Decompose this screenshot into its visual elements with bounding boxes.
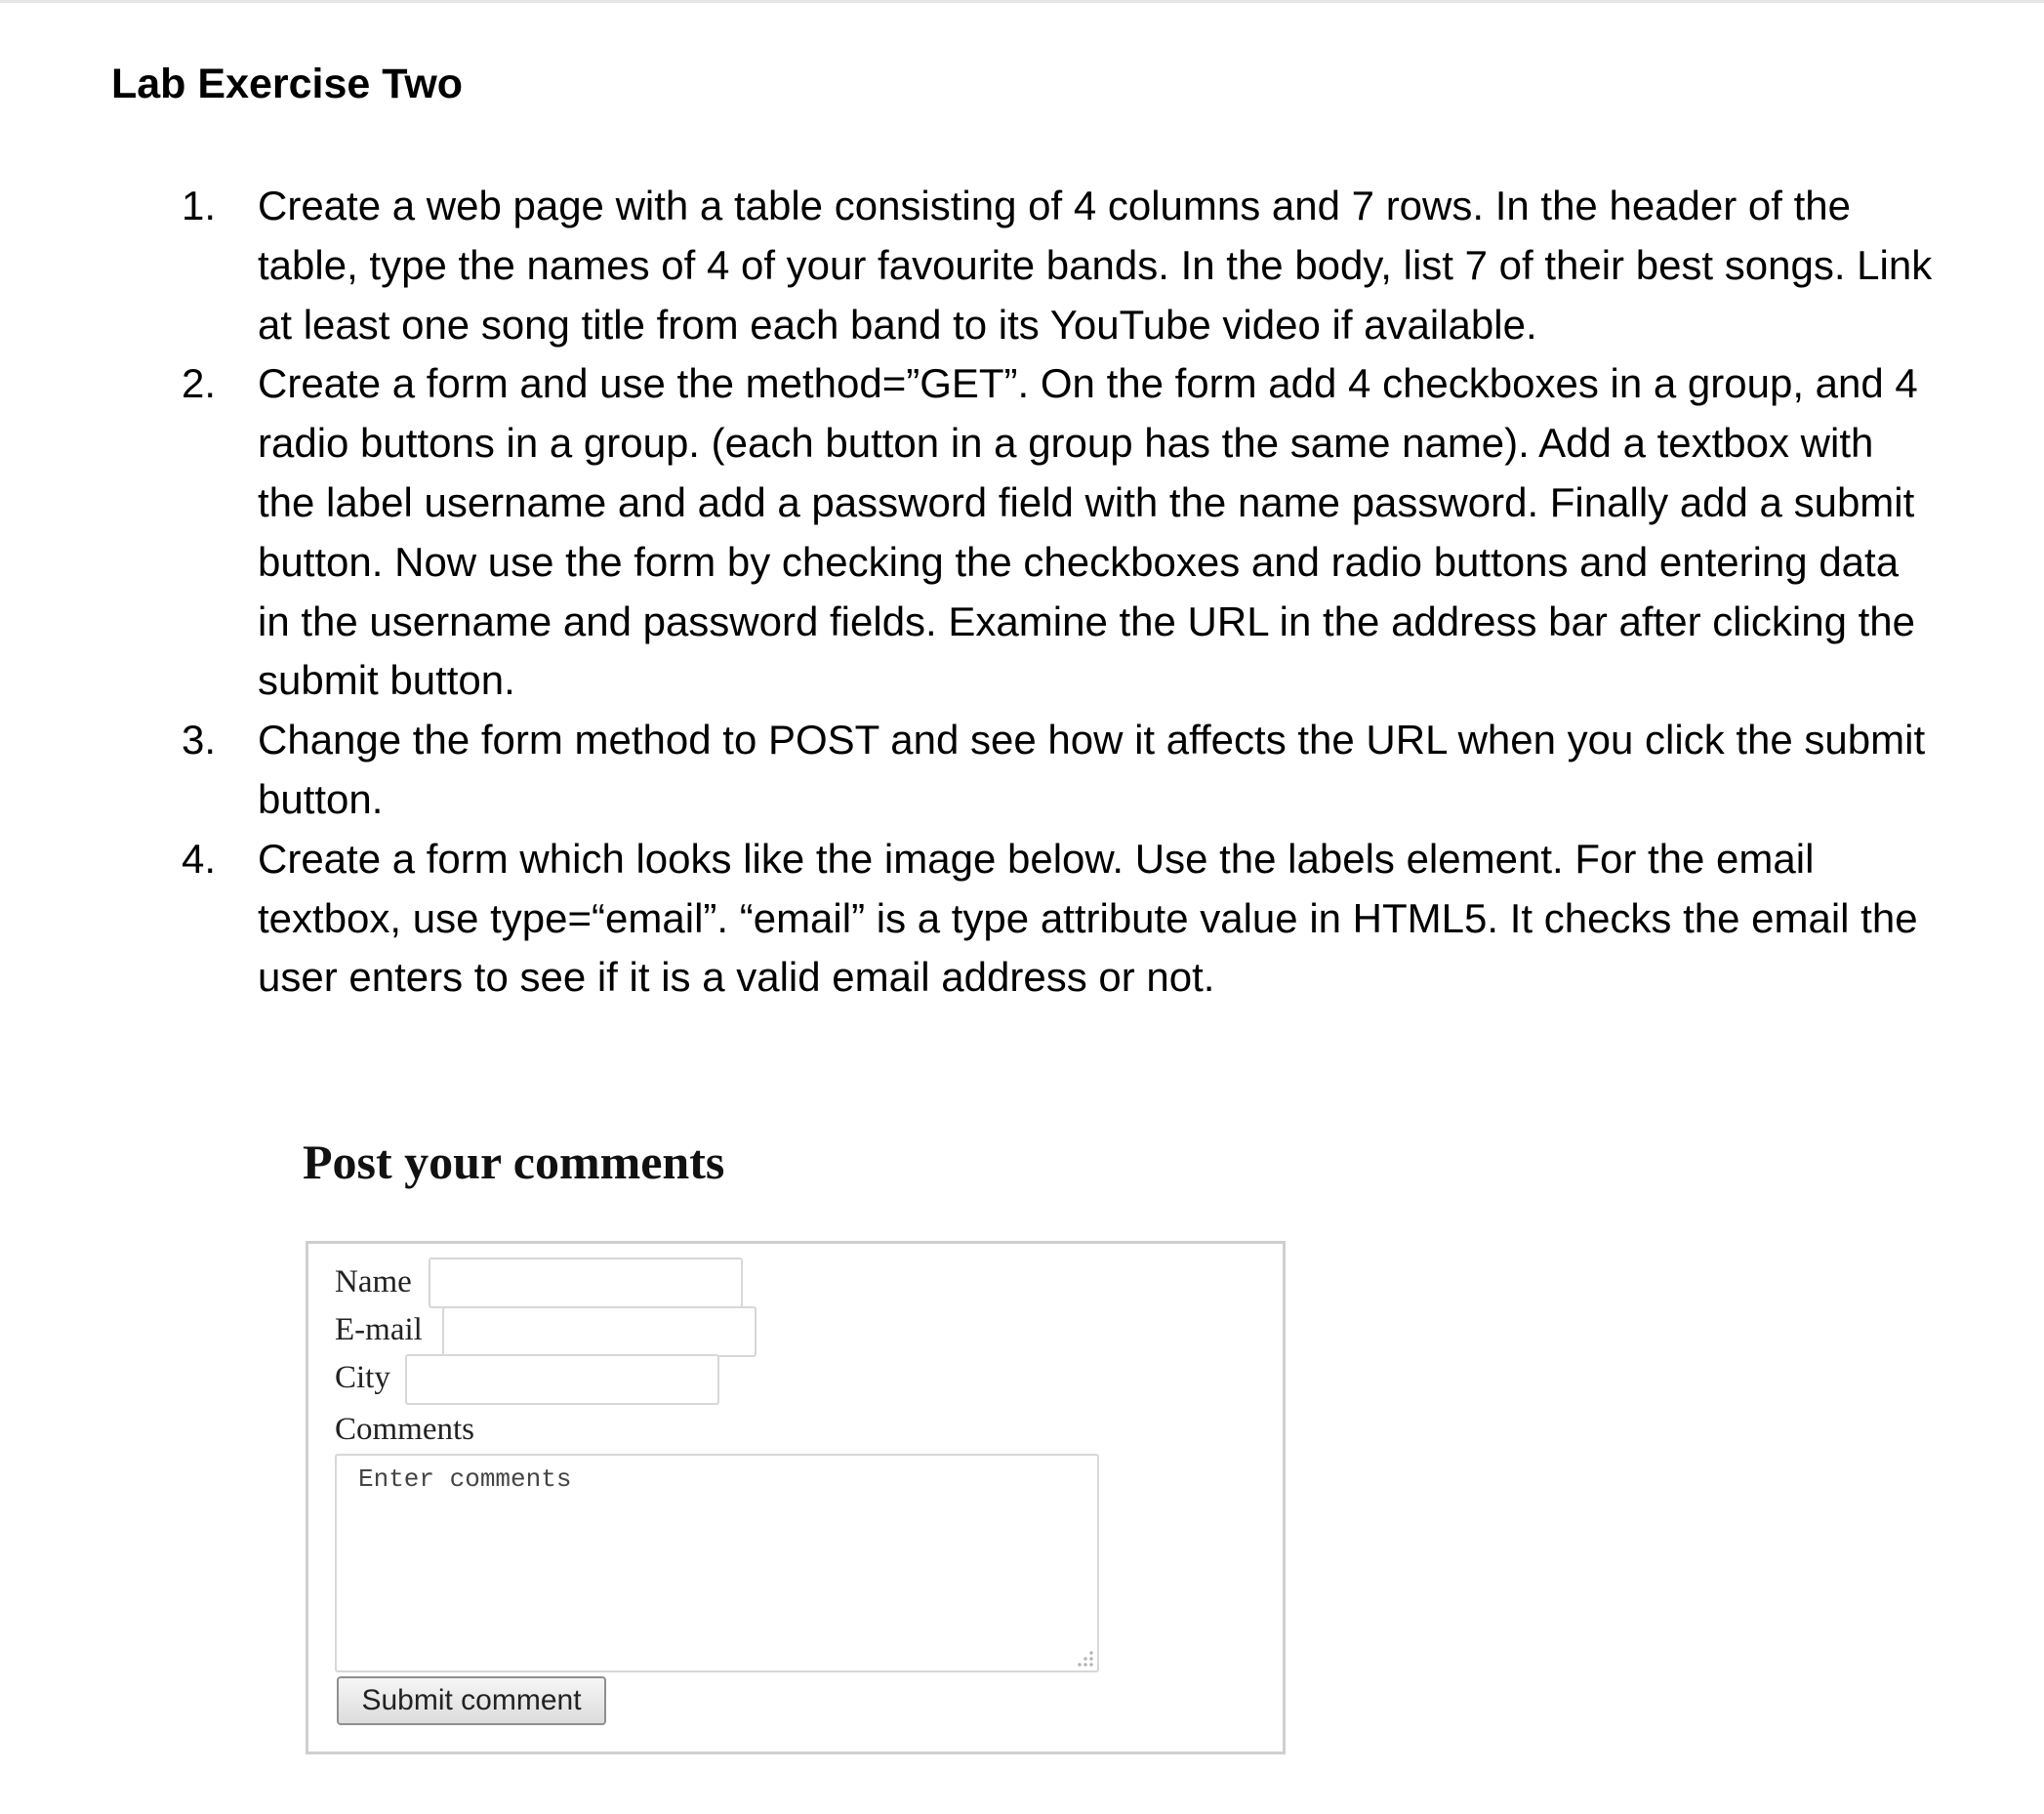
instruction-item-2: 2. Create a form and use the method=”GET… [176,354,1933,711]
item-number: 3. [182,717,217,763]
instruction-item-1: 1. Create a web page with a table consis… [176,177,1933,354]
name-field[interactable] [429,1257,743,1308]
top-border-line [0,0,2044,3]
instruction-list: 1. Create a web page with a table consis… [176,177,1933,1008]
email-field[interactable] [442,1306,756,1357]
item-text: Create a form and use the method=”GET”. … [258,360,1918,704]
instruction-item-3: 3. Change the form method to POST and se… [176,711,1933,830]
item-text: Create a web page with a table consistin… [258,183,1933,348]
item-number: 2. [182,360,217,407]
item-text: Change the form method to POST and see h… [258,717,1926,822]
name-label: Name [335,1264,412,1299]
comments-label: Comments [335,1412,475,1447]
resize-grip-icon[interactable] [1078,1651,1093,1667]
city-field[interactable] [405,1354,719,1405]
comments-textarea[interactable]: Enter comments [335,1454,1099,1672]
city-label: City [335,1360,390,1395]
item-number: 4. [182,835,217,882]
item-number: 1. [182,183,217,228]
email-label: E-mail [335,1312,423,1347]
comments-text: Enter comments [358,1464,572,1494]
comment-form-image: Name E-mail City Comments Enter comments… [306,1241,1286,1754]
form-image-heading: Post your comments [303,1134,725,1189]
item-text: Create a form which looks like the image… [258,835,1918,1001]
submit-comment-button[interactable]: Submit comment [337,1676,606,1725]
instruction-item-4: 4. Create a form which looks like the im… [176,830,1933,1008]
document-title: Lab Exercise Two [111,61,464,107]
